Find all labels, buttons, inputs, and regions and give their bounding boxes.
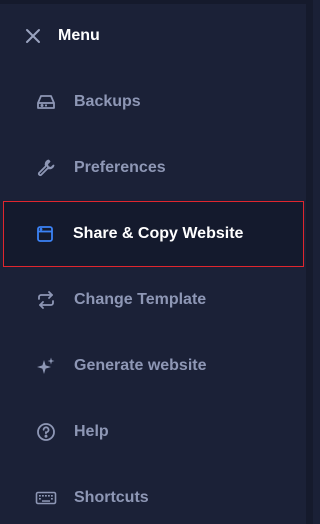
- menu-item-share-copy-website[interactable]: Share & Copy Website: [3, 201, 304, 267]
- close-icon: [25, 28, 41, 44]
- keyboard-icon: [35, 487, 57, 509]
- top-edge: [0, 0, 313, 4]
- panel-edge: [306, 0, 313, 524]
- menu-item-label: Backups: [74, 93, 141, 110]
- menu-title: Menu: [58, 27, 100, 44]
- drive-icon: [35, 91, 57, 113]
- menu-item-label: Change Template: [74, 291, 207, 308]
- menu-item-help[interactable]: Help: [3, 399, 304, 465]
- menu-item-label: Help: [74, 423, 109, 440]
- menu-item-generate-website[interactable]: Generate website: [3, 333, 304, 399]
- help-circle-icon: [35, 421, 57, 443]
- menu-item-change-template[interactable]: Change Template: [3, 267, 304, 333]
- wrench-icon: [35, 157, 57, 179]
- menu-item-preferences[interactable]: Preferences: [3, 135, 304, 201]
- swap-arrows-icon: [35, 289, 57, 311]
- browser-window-icon: [34, 223, 56, 245]
- menu-header: Menu: [22, 20, 100, 52]
- menu-item-label: Generate website: [74, 357, 207, 374]
- sparkles-icon: [35, 355, 57, 377]
- menu-item-backups[interactable]: Backups: [3, 69, 304, 135]
- close-menu-button[interactable]: [22, 25, 44, 47]
- menu-panel: Menu Backups Preferences Share & Copy We…: [0, 0, 313, 524]
- menu-item-shortcuts[interactable]: Shortcuts: [3, 465, 304, 524]
- menu-item-label: Share & Copy Website: [73, 225, 244, 242]
- menu-item-label: Shortcuts: [74, 489, 149, 506]
- menu-item-label: Preferences: [74, 159, 166, 176]
